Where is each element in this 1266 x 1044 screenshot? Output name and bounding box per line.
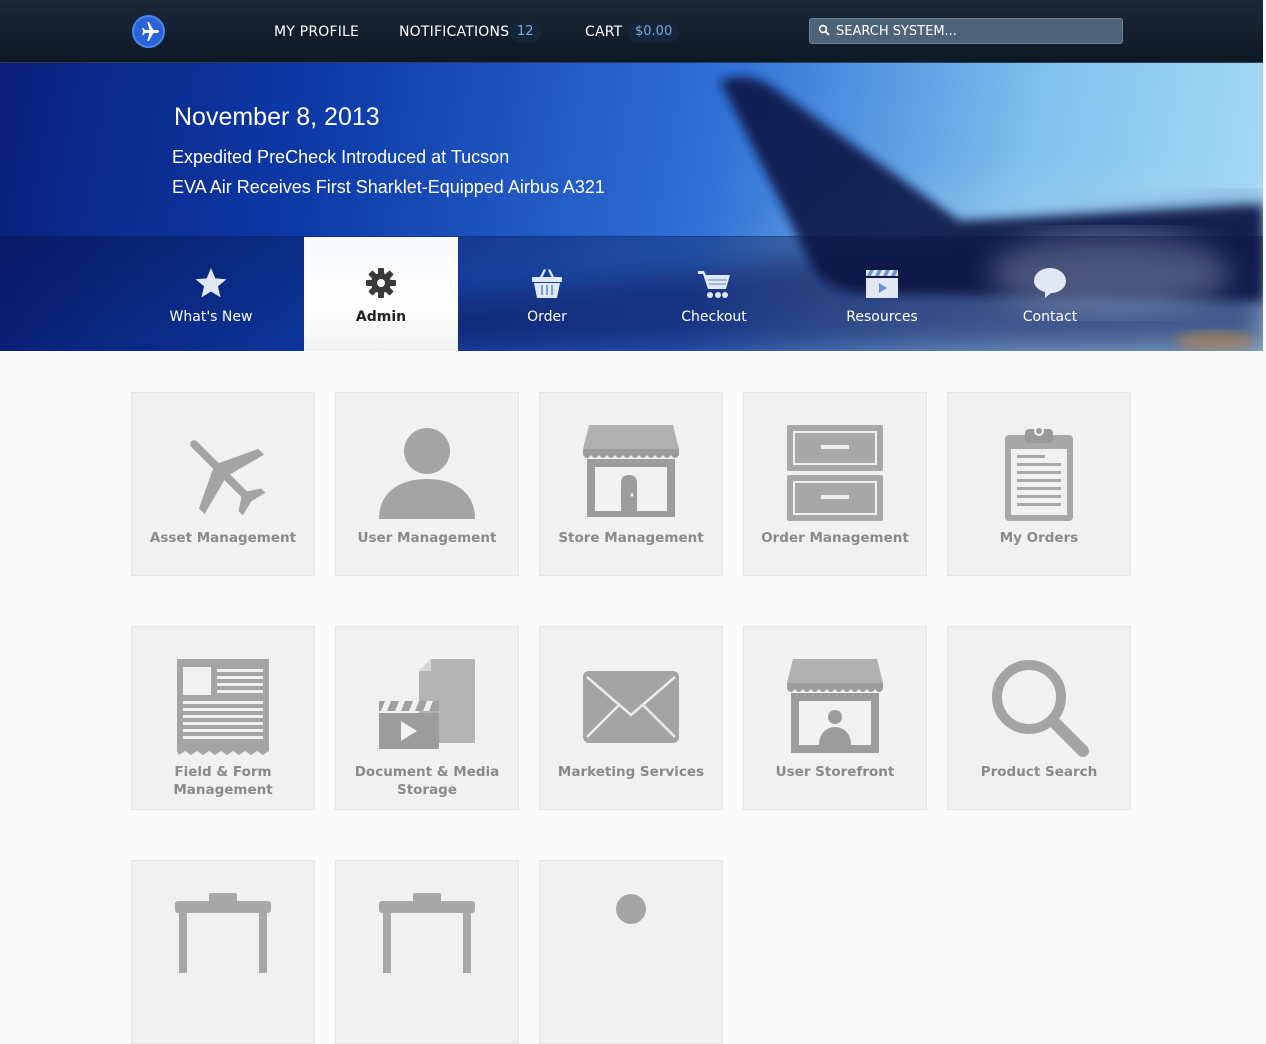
- tile-marketing-services[interactable]: Marketing Services: [539, 626, 723, 810]
- tile-table[interactable]: [131, 860, 315, 1044]
- tab-contact[interactable]: Contact: [973, 237, 1127, 351]
- basket-icon: [532, 269, 562, 298]
- headline-link[interactable]: Expedited PreCheck Introduced at Tucson: [172, 147, 509, 168]
- search-input[interactable]: [836, 19, 1116, 43]
- tab-resources[interactable]: Resources: [805, 237, 959, 351]
- tile-my-orders[interactable]: My Orders: [947, 392, 1131, 576]
- magnifier-icon: [992, 660, 1089, 757]
- gear-icon: [366, 268, 396, 298]
- user-storefront-icon: [787, 659, 883, 753]
- tile-user-storefront[interactable]: User Storefront: [743, 626, 927, 810]
- cart-link[interactable]: CART: [585, 24, 622, 40]
- star-icon: [195, 268, 227, 298]
- cart-total-badge[interactable]: $0.00: [628, 22, 680, 42]
- file-cabinet-icon: [787, 425, 883, 521]
- tile-label: Document & Media Storage: [342, 763, 512, 799]
- user-icon: [379, 428, 475, 519]
- tile-label-line: Field & Form: [174, 764, 272, 780]
- tab-label: Resources: [846, 309, 918, 325]
- tile-label: Store Management: [558, 530, 704, 546]
- tile-document-media-storage[interactable]: Document & Media Storage: [335, 626, 519, 810]
- search-icon: [818, 24, 830, 36]
- cart-icon: [698, 271, 730, 298]
- tile-label: Marketing Services: [557, 764, 705, 780]
- tab-order[interactable]: Order: [470, 237, 624, 351]
- notifications-count-badge[interactable]: 12: [510, 22, 541, 42]
- airplane-icon: [190, 440, 266, 516]
- tile-label: Order Management: [761, 530, 909, 546]
- envelope-icon: [583, 671, 679, 743]
- tab-label: Admin: [355, 309, 407, 325]
- tab-whats-new[interactable]: What's New: [134, 237, 288, 351]
- tile-product-search[interactable]: Product Search: [947, 626, 1131, 810]
- tile-store-management[interactable]: Store Management: [539, 392, 723, 576]
- tile-order-management[interactable]: Order Management: [743, 392, 927, 576]
- tile-asset-management[interactable]: Asset Management: [131, 392, 315, 576]
- tile-label-line: Management: [173, 782, 273, 798]
- media-documents-icon: [379, 659, 475, 749]
- tile-label: My Orders: [999, 530, 1079, 546]
- tab-label: Contact: [1022, 309, 1078, 325]
- headline-link[interactable]: EVA Air Receives First Sharklet-Equipped…: [172, 177, 605, 198]
- top-navigation-bar: MY PROFILE NOTIFICATIONS 12 CART $0.00: [0, 0, 1263, 63]
- tile-field-form-management[interactable]: Field & Form Management: [131, 626, 315, 810]
- tile-user[interactable]: [539, 860, 723, 1044]
- speech-bubble-icon: [1034, 268, 1066, 298]
- hero-date: November 8, 2013: [174, 103, 380, 131]
- table-icon: [175, 893, 271, 973]
- clipboard-icon: [1005, 426, 1073, 521]
- airplane-logo-icon[interactable]: [132, 15, 165, 48]
- form-document-icon: [177, 659, 269, 755]
- notifications-link[interactable]: NOTIFICATIONS: [399, 24, 509, 40]
- hero-banner: November 8, 2013 Expedited PreCheck Intr…: [0, 63, 1263, 351]
- tile-label: Asset Management: [149, 530, 297, 546]
- search-box[interactable]: [809, 18, 1123, 44]
- tile-user-management[interactable]: User Management: [335, 392, 519, 576]
- tab-admin[interactable]: Admin: [304, 237, 458, 351]
- my-profile-link[interactable]: MY PROFILE: [274, 24, 359, 40]
- tile-label-line: Storage: [396, 782, 458, 798]
- table-icon: [379, 893, 475, 973]
- tile-label: User Management: [357, 530, 497, 546]
- tab-checkout[interactable]: Checkout: [637, 237, 791, 351]
- tile-label: Field & Form Management: [138, 763, 308, 799]
- tab-label: Checkout: [681, 309, 747, 325]
- user-icon: [616, 894, 646, 924]
- tile-label-line: Document & Media: [354, 764, 500, 780]
- storefront-icon: [583, 425, 679, 517]
- tab-label: Order: [527, 309, 567, 325]
- tile-table[interactable]: [335, 860, 519, 1044]
- tile-label: User Storefront: [775, 764, 895, 780]
- tab-label: What's New: [169, 309, 253, 325]
- tile-label: Product Search: [980, 764, 1098, 780]
- clapperboard-icon: [866, 270, 898, 298]
